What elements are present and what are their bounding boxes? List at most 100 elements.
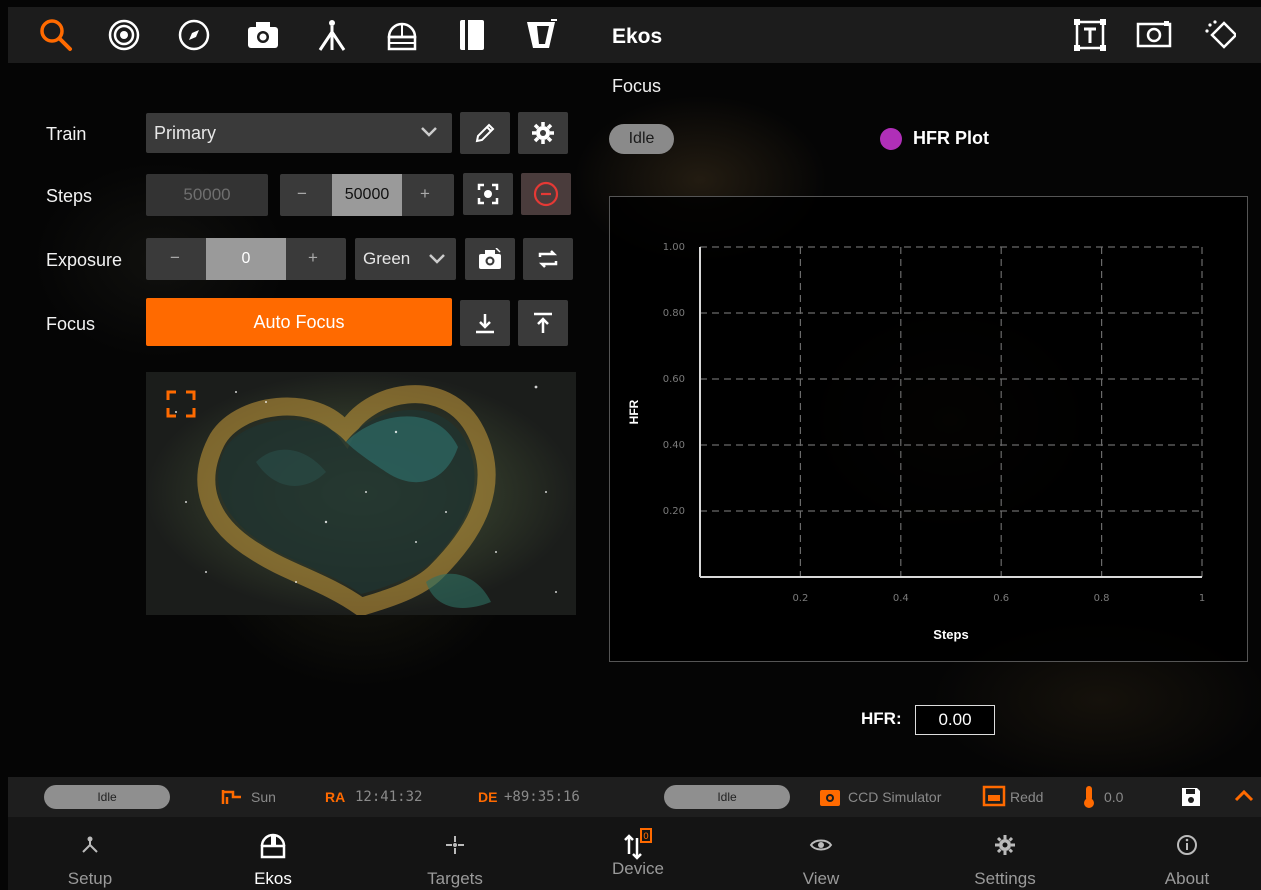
loop-icon	[538, 250, 558, 268]
info-icon	[1176, 833, 1198, 857]
y-tick-label: 1.00	[663, 242, 685, 253]
train-settings-button[interactable]	[518, 112, 568, 154]
eye-icon	[809, 833, 833, 857]
nav-about[interactable]: About	[1127, 817, 1247, 890]
svg-text:0: 0	[643, 832, 649, 842]
auto-focus-button[interactable]: Auto Focus	[146, 298, 452, 346]
focus-in-button[interactable]	[460, 300, 510, 346]
hfr-value-field: 0.00	[915, 705, 995, 735]
filter-select[interactable]: Green	[355, 238, 456, 280]
tripod-icon[interactable]	[314, 17, 350, 53]
arrow-down-icon	[476, 314, 494, 334]
goto-position-button[interactable]	[463, 173, 513, 215]
hfr-plot-panel[interactable]: 1.00 0.80 0.60 0.40 0.20 0.2 0.4 0.6 0.8 1 Steps HF…	[609, 196, 1248, 662]
nav-label: Settings	[974, 869, 1036, 888]
steps-current-field: 50000	[146, 174, 268, 216]
chevron-up-icon[interactable]	[1234, 789, 1254, 803]
frame-capture-icon[interactable]	[1136, 17, 1172, 53]
targets-icon	[444, 833, 466, 857]
ra-value: 12:41:32	[355, 789, 423, 805]
target-icon[interactable]	[106, 17, 142, 53]
exposure-increment-button[interactable]: +	[308, 248, 318, 268]
y-tick-label: 0.40	[663, 440, 685, 451]
camera-icon	[479, 248, 501, 269]
nav-targets[interactable]: Targets	[395, 817, 515, 890]
ra-label: RA	[325, 789, 346, 805]
app-title: Ekos	[612, 25, 663, 48]
camera-icon[interactable]	[245, 17, 281, 53]
loop-button[interactable]	[523, 238, 573, 280]
x-tick-label: 1	[1199, 593, 1205, 604]
x-tick-label: 0.8	[1094, 593, 1110, 604]
compass-icon[interactable]	[176, 17, 212, 53]
chevron-down-icon	[429, 254, 445, 264]
device-icon: 0	[621, 828, 655, 860]
edit-train-button[interactable]	[460, 112, 510, 154]
focus-label: Focus	[46, 314, 96, 334]
chevron-down-icon	[421, 127, 437, 137]
steps-decrement-button[interactable]: −	[297, 184, 307, 204]
mount-status-badge: Idle	[44, 785, 170, 809]
nav-label: Setup	[67, 869, 113, 888]
pencil-icon	[475, 123, 495, 143]
filter-name: Redd	[1010, 789, 1044, 805]
exposure-input[interactable]: 0	[206, 238, 286, 280]
temperature-value: 0.0	[1104, 789, 1124, 805]
y-tick-label: 0.60	[663, 374, 685, 385]
nav-settings[interactable]: Settings	[945, 817, 1065, 890]
rotate-icon[interactable]	[1202, 17, 1238, 53]
nav-view[interactable]: View	[761, 817, 881, 890]
mount-icon	[221, 790, 241, 804]
nav-setup[interactable]: Setup	[30, 817, 150, 890]
filter-value: Green	[363, 249, 411, 268]
exposure-decrement-button[interactable]: −	[170, 248, 180, 268]
observatory-icon	[258, 833, 288, 859]
gear-icon	[994, 833, 1016, 857]
target-name: Sun	[251, 789, 276, 805]
focus-panel-title: Focus	[612, 76, 662, 96]
y-tick-label: 0.80	[663, 308, 685, 319]
camera-icon	[820, 790, 840, 806]
exposure-stepper[interactable]: − 0 +	[146, 238, 346, 280]
nav-label: Ekos	[254, 869, 292, 888]
steps-current-value: 50000	[183, 185, 231, 204]
focus-out-button[interactable]	[518, 300, 568, 346]
nav-device[interactable]: 0 Device	[578, 817, 698, 890]
train-select[interactable]: Primary	[146, 113, 452, 153]
heart-nebula-picture	[146, 372, 576, 615]
x-tick-label: 0.4	[893, 593, 909, 604]
search-icon[interactable]	[38, 17, 74, 53]
nav-ekos[interactable]: Ekos	[213, 817, 333, 890]
nav-label: View	[802, 869, 840, 888]
flat-panel-icon[interactable]	[454, 17, 490, 53]
save-icon[interactable]	[1180, 786, 1202, 808]
nav-label: Targets	[427, 869, 483, 888]
hfr-chart: 1.00 0.80 0.60 0.40 0.20 0.2 0.4 0.6 0.8 1 Steps HF…	[627, 242, 1205, 642]
focus-frame-image[interactable]	[146, 372, 576, 615]
legend-label: HFR Plot	[913, 128, 989, 148]
dome-icon[interactable]	[384, 17, 420, 53]
exposure-label: Exposure	[46, 250, 123, 270]
hfr-label: HFR:	[861, 709, 902, 728]
top-toolbar: Ekos	[8, 7, 1261, 63]
steps-increment-button[interactable]: +	[420, 184, 430, 204]
de-label: DE	[478, 789, 498, 805]
bottom-navigation: Setup Ekos Targets 0 Device View Setting…	[8, 817, 1261, 890]
x-tick-label: 0.6	[993, 593, 1009, 604]
guide-scope-icon[interactable]	[523, 17, 559, 53]
stop-button[interactable]	[521, 173, 571, 215]
capture-button[interactable]	[465, 238, 515, 280]
x-axis-title: Steps	[933, 627, 968, 642]
stop-icon	[533, 181, 559, 207]
text-frame-icon[interactable]	[1072, 17, 1108, 53]
gear-icon	[532, 122, 554, 144]
camera-name: CCD Simulator	[848, 789, 942, 805]
status-bar: Idle Sun RA 12:41:32 DE +89:35:16 Idle C…	[8, 777, 1261, 817]
y-tick-label: 0.20	[663, 506, 685, 517]
steps-stepper[interactable]: − 50000 +	[280, 174, 454, 216]
arrow-up-icon	[534, 312, 552, 333]
steps-target-input[interactable]: 50000	[332, 174, 402, 216]
train-label: Train	[46, 124, 87, 144]
filter-wheel-icon	[982, 785, 1006, 807]
nav-label: About	[1164, 869, 1210, 888]
